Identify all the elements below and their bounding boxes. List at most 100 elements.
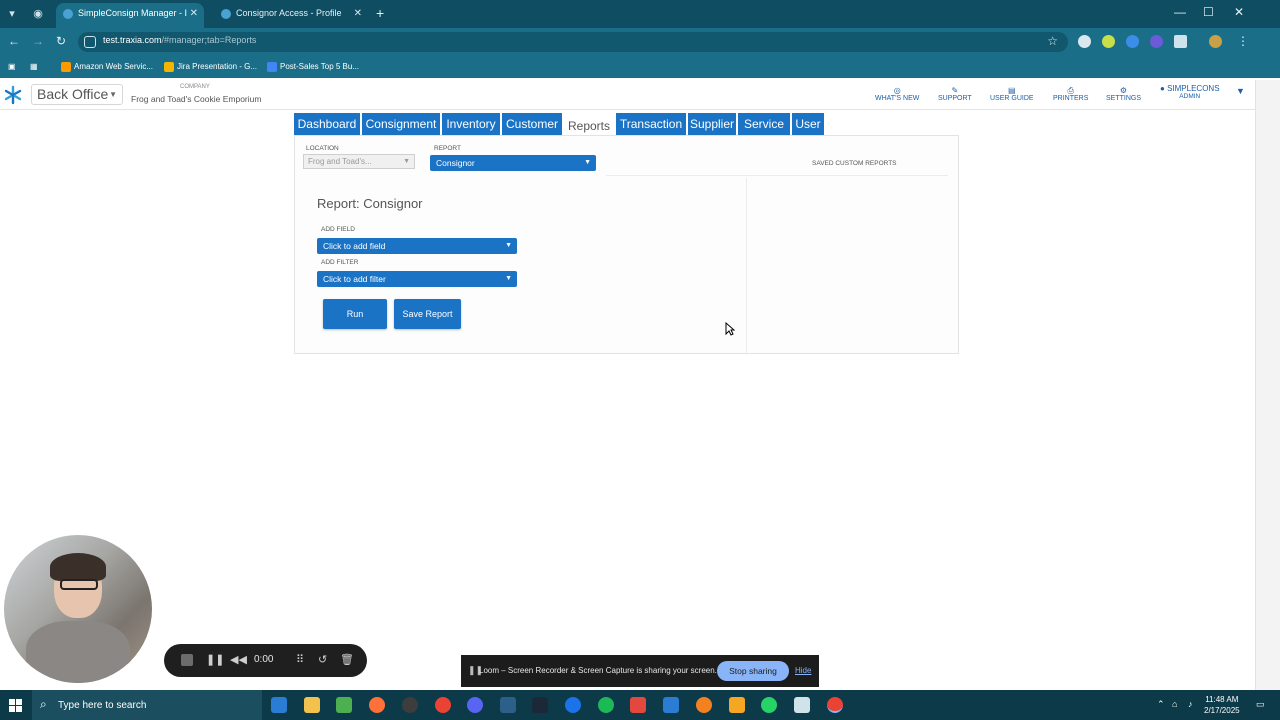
webcam-bubble[interactable] xyxy=(4,535,152,683)
settings-label: SETTINGS xyxy=(1106,95,1142,102)
close-tab-icon[interactable]: ✕ xyxy=(354,3,362,24)
run-button[interactable]: Run xyxy=(323,299,387,329)
stop-sharing-button[interactable]: Stop sharing xyxy=(717,661,789,681)
amazon-bookmark-icon xyxy=(61,62,71,72)
app-icon[interactable] xyxy=(565,697,581,713)
app-icon[interactable] xyxy=(630,697,646,713)
printers-label: PRINTERS xyxy=(1053,95,1089,102)
file-explorer-app-icon[interactable] xyxy=(304,697,320,713)
taskbar-clock[interactable]: 11:48 AM 2/17/2025 xyxy=(1204,694,1240,716)
location-select[interactable]: Frog and Toad's... ▼ xyxy=(303,154,415,169)
rewind-icon[interactable]: ◀◀ xyxy=(230,653,247,666)
compass-icon: ◎ xyxy=(893,86,901,95)
report-label: REPORT xyxy=(434,145,461,152)
app-icon[interactable] xyxy=(696,697,712,713)
back-icon[interactable]: ← xyxy=(8,34,20,48)
copilot-app-icon[interactable] xyxy=(271,697,287,713)
forward-icon[interactable]: → xyxy=(32,34,44,48)
consignor-favicon-icon xyxy=(221,9,231,19)
extension-icon[interactable] xyxy=(1126,35,1139,48)
taskbar-search-box[interactable]: ⌕ Type here to search xyxy=(32,690,262,720)
user-menu-caret-icon[interactable]: ▼ xyxy=(1236,86,1245,96)
mouse-cursor-icon xyxy=(725,322,735,336)
browser-menu-icon[interactable]: ⋮ xyxy=(1237,34,1249,48)
tab-service[interactable]: Service xyxy=(738,113,790,136)
bookmark-star-icon[interactable]: ☆ xyxy=(1047,34,1058,48)
chevron-down-icon: ▼ xyxy=(403,158,410,165)
notepad-app-icon[interactable] xyxy=(794,697,810,713)
printers-link[interactable]: ⎙ PRINTERS xyxy=(1053,86,1088,102)
notifications-icon[interactable]: ▭ xyxy=(1256,699,1265,710)
bookmark-amazon[interactable]: Amazon Web Servic... xyxy=(61,60,153,74)
add-field-select[interactable]: Click to add field ▼ xyxy=(317,238,517,254)
report-value: Consignor xyxy=(436,158,475,168)
hide-share-bar-link[interactable]: Hide xyxy=(795,666,811,675)
vscode-app-icon[interactable] xyxy=(500,697,516,713)
extension-icon[interactable] xyxy=(1102,35,1115,48)
settings-link[interactable]: ⚙ SETTINGS xyxy=(1106,86,1141,102)
tab-consignment[interactable]: Consignment xyxy=(362,113,440,136)
bookmark-jira[interactable]: Jira Presentation - G... xyxy=(164,60,257,74)
add-field-value: Click to add field xyxy=(323,241,386,251)
browser-tab-simpleconsign[interactable]: SimpleConsign Manager - I ✕ xyxy=(56,3,204,28)
chrome-app-icon[interactable] xyxy=(435,697,451,713)
discord-app-icon[interactable] xyxy=(467,697,483,713)
trash-icon[interactable]: 🗑 xyxy=(340,653,354,666)
drag-handle-icon[interactable]: ⠿ xyxy=(296,653,304,666)
site-info-icon[interactable] xyxy=(84,36,96,48)
whats-new-link[interactable]: ◎ WHAT'S NEW xyxy=(875,86,919,102)
restart-icon[interactable]: ↺ xyxy=(318,653,327,666)
windows-start-icon[interactable] xyxy=(9,699,22,712)
tab-supplier[interactable]: Supplier xyxy=(688,113,736,136)
tab-dashboard[interactable]: Dashboard xyxy=(294,113,360,136)
close-tab-icon[interactable]: ✕ xyxy=(190,3,198,24)
chrome-active-app-icon[interactable] xyxy=(827,697,843,713)
extensions-puzzle-icon[interactable] xyxy=(1174,35,1187,48)
tab-reports[interactable]: Reports xyxy=(564,116,614,136)
store-app-icon[interactable] xyxy=(336,697,352,713)
search-icon: ⌕ xyxy=(40,697,47,711)
browser-app-icon[interactable] xyxy=(402,697,418,713)
whatsapp-app-icon[interactable] xyxy=(761,697,777,713)
new-tab-icon[interactable]: + xyxy=(376,5,384,21)
profile-avatar-icon[interactable] xyxy=(1209,35,1222,48)
tab-user[interactable]: User xyxy=(792,113,824,136)
close-window-icon[interactable]: ✕ xyxy=(1234,5,1244,19)
windows-taskbar: ⌕ Type here to search ⌃ ⌂ ♪ 11:48 AM 2/1… xyxy=(0,690,1280,720)
minimize-icon[interactable]: — xyxy=(1174,5,1186,19)
user-guide-link[interactable]: ▤ USER GUIDE xyxy=(990,86,1034,102)
sidebar-toggle-icon[interactable]: ▣ xyxy=(8,60,16,74)
address-bar[interactable]: test.traxia.com/#manager;tab=Reports ☆ xyxy=(78,32,1068,52)
save-report-button[interactable]: Save Report xyxy=(394,299,461,329)
stop-recording-icon[interactable] xyxy=(181,654,193,666)
support-link[interactable]: ✎ SUPPORT xyxy=(938,86,972,102)
user-menu[interactable]: ● SIMPLECONS ADMIN xyxy=(1160,84,1220,100)
tab-customer[interactable]: Customer xyxy=(502,113,562,136)
tab-transaction[interactable]: Transaction xyxy=(616,113,686,136)
maximize-icon[interactable]: ☐ xyxy=(1203,5,1214,19)
tab-inventory[interactable]: Inventory xyxy=(442,113,500,136)
report-select[interactable]: Consignor ▼ xyxy=(430,155,596,171)
sublime-app-icon[interactable] xyxy=(729,697,745,713)
loom-extension-icon[interactable] xyxy=(1150,35,1163,48)
steam-app-icon[interactable] xyxy=(532,697,548,713)
pause-icon[interactable]: ❚❚ xyxy=(206,653,224,666)
spotify-app-icon[interactable] xyxy=(598,697,614,713)
gear-icon: ⚙ xyxy=(1119,86,1128,95)
tray-chevron-icon[interactable]: ⌃ xyxy=(1157,699,1165,710)
firefox-app-icon[interactable] xyxy=(369,697,385,713)
apps-grid-icon[interactable]: ▦ xyxy=(30,60,38,74)
app-icon[interactable] xyxy=(663,697,679,713)
page-scrollbar[interactable] xyxy=(1255,80,1280,690)
extension-icon[interactable] xyxy=(1078,35,1091,48)
add-filter-select[interactable]: Click to add filter ▼ xyxy=(317,271,517,287)
volume-icon[interactable]: ♪ xyxy=(1188,699,1193,709)
url-text: test.traxia.com/#manager;tab=Reports xyxy=(103,35,256,45)
tab-search-icon[interactable]: ▾ xyxy=(4,6,20,22)
browser-tab-consignor-access[interactable]: Consignor Access - Profile ✕ xyxy=(214,3,368,28)
reload-icon[interactable]: ↻ xyxy=(56,34,66,48)
tab-title: Consignor Access - Profile xyxy=(236,8,342,18)
bookmark-post-sales[interactable]: Post-Sales Top 5 Bu... xyxy=(267,60,359,74)
network-icon[interactable]: ⌂ xyxy=(1172,699,1177,709)
module-selector[interactable]: Back Office ▼ xyxy=(31,84,123,105)
